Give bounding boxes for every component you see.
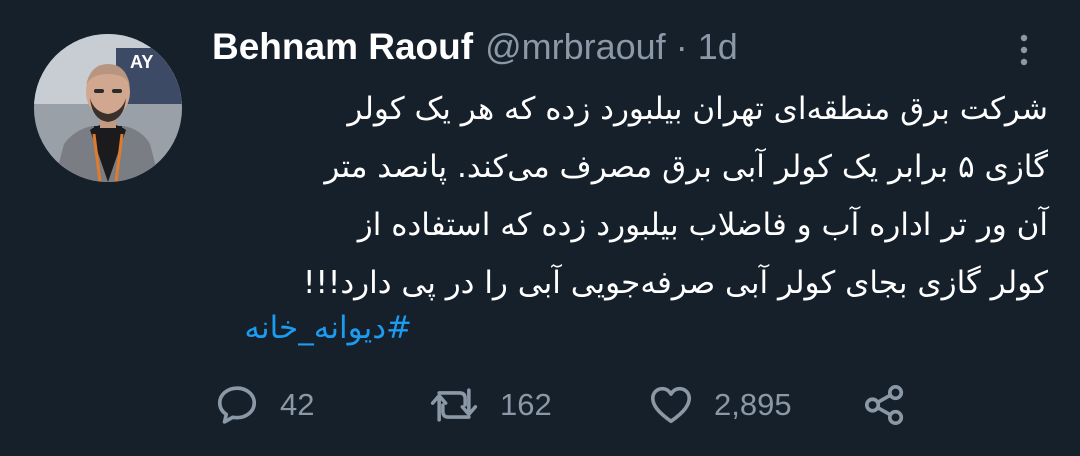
reply-button[interactable]: 42: [214, 380, 314, 430]
avatar-banner-text: AY: [130, 52, 153, 72]
retweet-icon: [430, 388, 478, 422]
header-separator: ·: [675, 26, 688, 67]
tweet-text-line: گازی ۵ برابر یک کولر آبی برق مصرف می‌کند…: [324, 149, 1048, 185]
hashtag-link[interactable]: #دیوانه_خانه: [200, 300, 412, 356]
like-button[interactable]: 2,895: [648, 380, 792, 430]
author-display-name[interactable]: Behnam Raouf: [212, 26, 473, 68]
avatar[interactable]: AY: [34, 34, 182, 182]
author-handle[interactable]: @mrbraouf: [485, 26, 666, 68]
tweet-card: AY Behnam Raouf @mrbraouf · 1d شرکت برق …: [0, 0, 1080, 456]
like-count: 2,895: [714, 387, 792, 422]
more-vertical-icon: [1020, 34, 1028, 66]
tweet-actions: 42 162 2,895: [0, 380, 1080, 430]
tweet-header: Behnam Raouf @mrbraouf · 1d: [212, 26, 738, 76]
heart-icon: [650, 386, 692, 424]
more-options-button[interactable]: [1004, 28, 1044, 72]
tweet-text: شرکت برق منطقه‌ای تهران بیلبورد زده که ه…: [200, 80, 1048, 312]
avatar-photo: AY: [34, 34, 182, 182]
reply-count: 42: [280, 387, 315, 422]
retweet-count: 162: [500, 387, 552, 422]
retweet-button[interactable]: 162: [428, 380, 552, 430]
tweet-text-line: شرکت برق منطقه‌ای تهران بیلبورد زده که ه…: [347, 91, 1048, 127]
tweet-timestamp[interactable]: 1d: [698, 26, 738, 68]
tweet-text-line: آن ور تر اداره آب و فاضلاب بیلبورد زده ک…: [357, 207, 1048, 243]
reply-icon: [217, 386, 257, 424]
share-button[interactable]: [862, 380, 908, 430]
share-icon: [864, 384, 904, 426]
